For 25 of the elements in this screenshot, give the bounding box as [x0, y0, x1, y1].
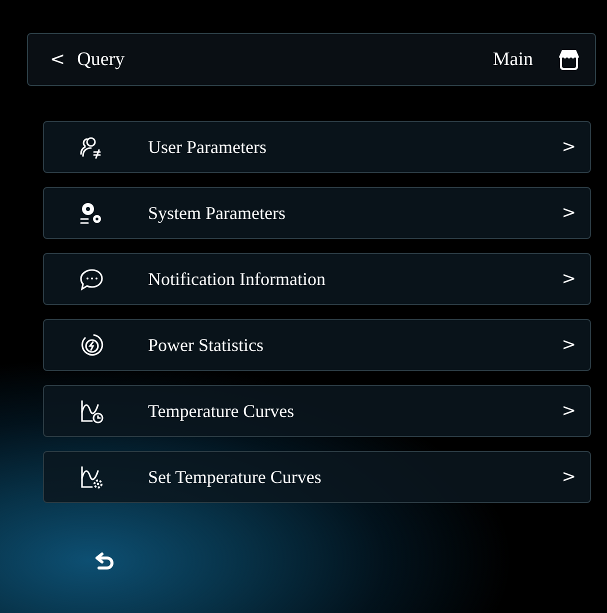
- menu-item[interactable]: Notification Information >: [43, 253, 591, 305]
- menu-label: User Parameters: [148, 136, 268, 158]
- menu-item[interactable]: System Parameters >: [43, 187, 591, 239]
- menu-item[interactable]: Power Statistics >: [43, 319, 591, 371]
- menu-item[interactable]: User Parameters >: [43, 121, 591, 173]
- chevron-icon: >: [562, 269, 576, 289]
- chevron-icon: >: [562, 203, 576, 223]
- chevron-icon: >: [562, 335, 576, 355]
- menu-item[interactable]: Set Temperature Curves >: [43, 451, 591, 503]
- house-icon[interactable]: [557, 48, 581, 72]
- chevron-icon: >: [562, 467, 576, 487]
- back-button[interactable]: < Query: [28, 44, 131, 74]
- speech-bubble-icon: [78, 266, 104, 292]
- return-icon[interactable]: [94, 551, 116, 571]
- chart-clock-icon: [78, 398, 104, 424]
- menu-label: System Parameters: [148, 202, 286, 224]
- chart-gear-icon: [78, 464, 104, 490]
- menu-label: Temperature Curves: [148, 400, 296, 422]
- menu-item[interactable]: Temperature Curves >: [43, 385, 591, 437]
- main-label: Main: [492, 48, 533, 70]
- chevron-icon: >: [562, 137, 576, 157]
- menu-label: Notification Information: [148, 268, 326, 290]
- menu-label: Set Temperature Curves: [148, 466, 322, 488]
- chevron-icon: >: [562, 401, 576, 421]
- menu-label: Power Statistics: [148, 334, 264, 356]
